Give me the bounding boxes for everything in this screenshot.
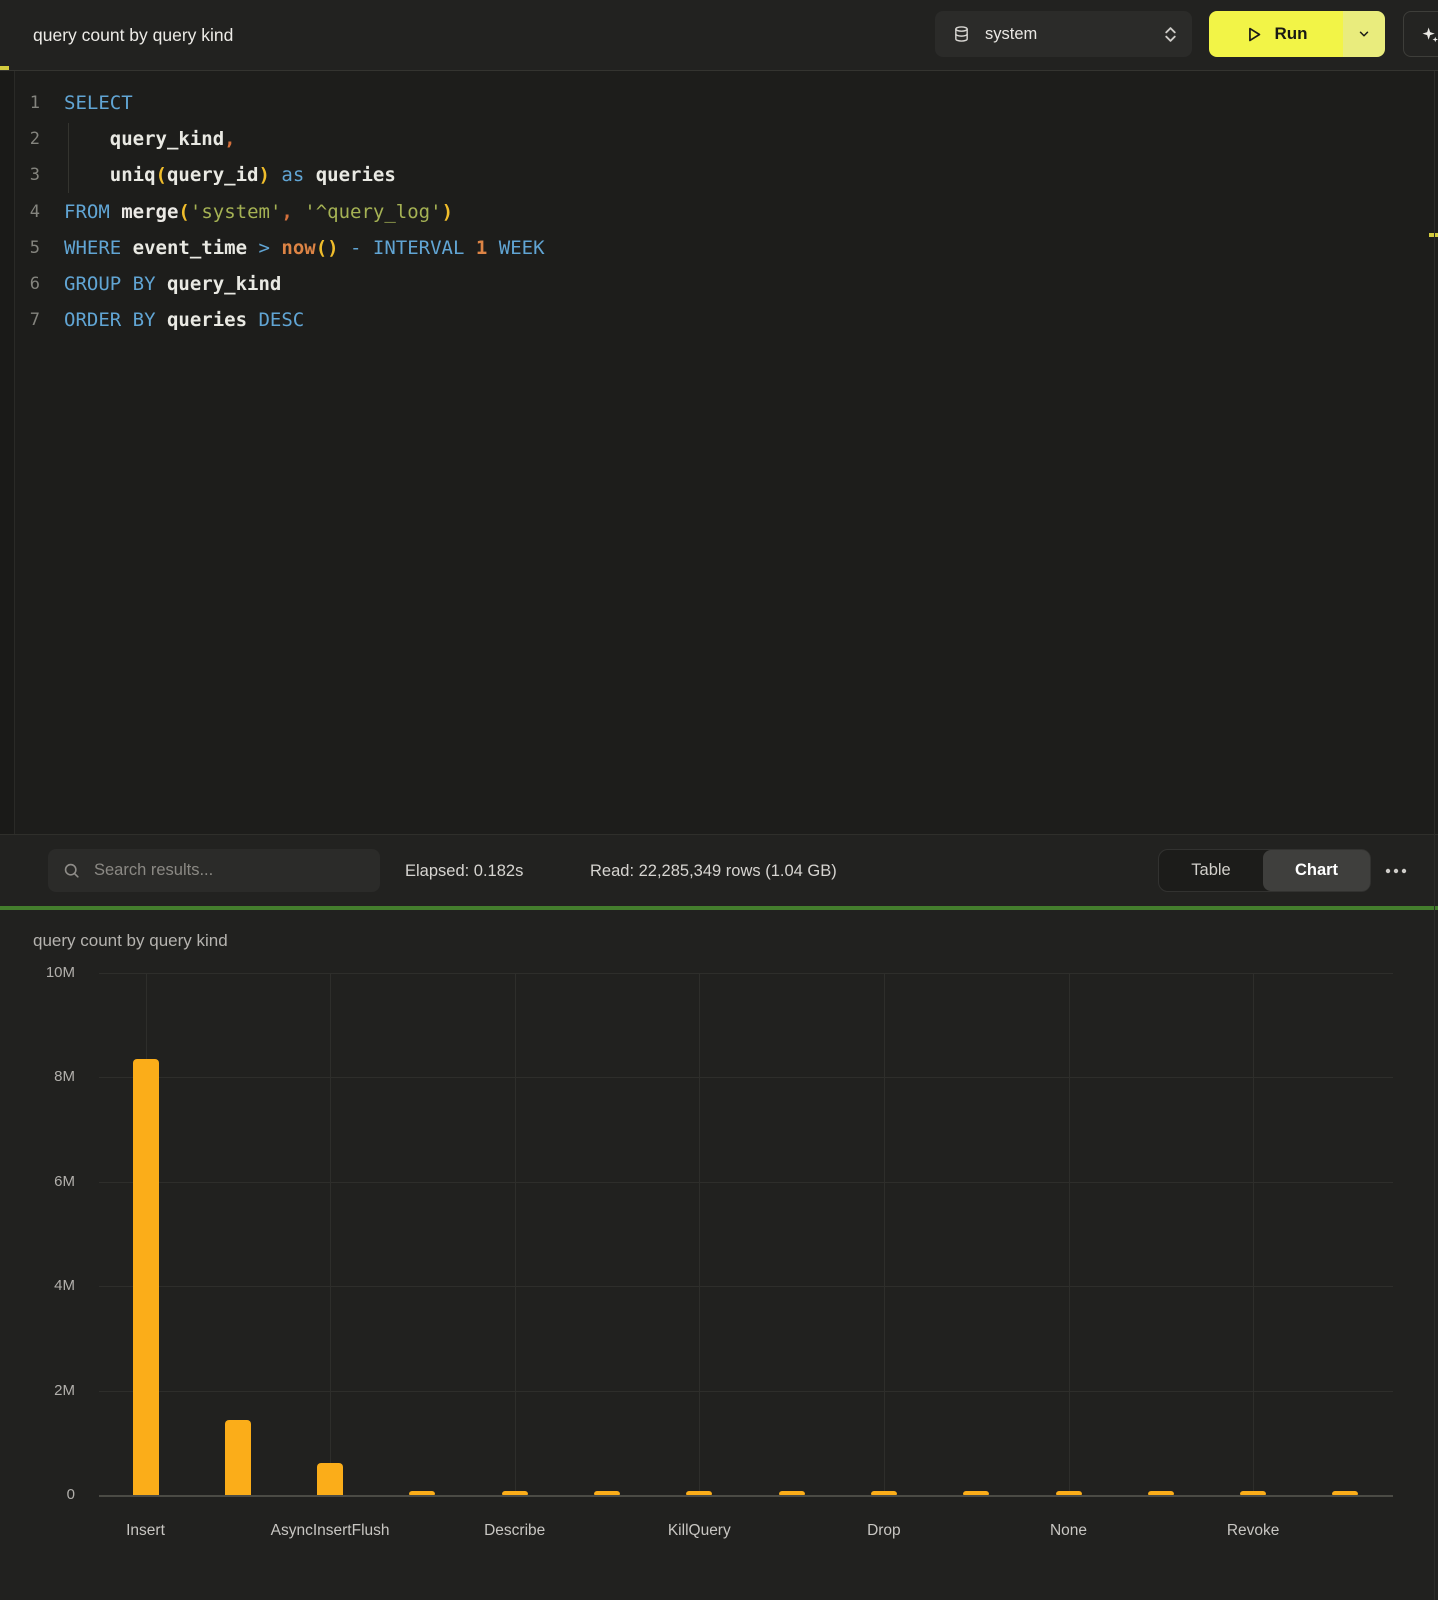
bar [502,1491,528,1495]
code-line[interactable]: FROM merge('system', '^query_log') [64,194,453,230]
bar [1148,1491,1174,1495]
bar [409,1491,435,1495]
y-tick-label: 0 [0,1486,75,1504]
view-toggle: Table Chart [1158,849,1371,892]
code-line[interactable]: WHERE event_time > now() - INTERVAL 1 WE… [64,230,545,266]
x-tick-label: None [974,1521,1164,1540]
gridline-vertical [1253,973,1254,1495]
sparkle-icon [1419,24,1438,45]
elapsed-stat: Elapsed: 0.182s [405,835,523,907]
code-line[interactable]: GROUP BY query_kind [64,266,281,302]
results-toolbar: Elapsed: 0.182s Read: 22,285,349 rows (1… [0,834,1438,906]
x-tick-label: Revoke [1158,1521,1348,1540]
gridline-horizontal [99,1077,1393,1078]
database-selector[interactable]: system [935,11,1192,57]
sql-editor[interactable]: 1234567 SELECT query_kind, uniq(query_id… [0,71,1438,834]
x-tick-label: Describe [420,1521,610,1540]
x-axis-line [99,1495,1393,1497]
gridline-vertical [515,973,516,1495]
line-number: 3 [0,157,40,193]
x-tick-label: Drop [789,1521,979,1540]
gridline-horizontal [99,1391,1393,1392]
tab-indicator [0,66,9,70]
bar [594,1491,620,1495]
gridline-vertical [330,973,331,1495]
gridline-horizontal [99,1286,1393,1287]
bar [1240,1491,1266,1495]
gridline-horizontal [99,973,1393,974]
chart-panel: query count by query kind 02M4M6M8M10MIn… [0,910,1438,1600]
bar [317,1463,343,1495]
line-number: 5 [0,230,40,266]
bar [225,1420,251,1495]
read-stat: Read: 22,285,349 rows (1.04 GB) [590,835,837,907]
y-tick-label: 2M [0,1382,75,1400]
y-tick-label: 4M [0,1277,75,1295]
gridline-vertical [699,973,700,1495]
line-number: 6 [0,266,40,302]
bar [686,1491,712,1495]
run-button[interactable]: Run [1209,11,1343,57]
database-selector-value: system [985,25,1037,44]
y-tick-label: 10M [0,964,75,982]
bar [779,1491,805,1495]
scrollbar-track[interactable] [1434,71,1435,1600]
top-bar: query count by query kind system [0,0,1438,71]
gridline-vertical [884,973,885,1495]
code-line[interactable]: uniq(query_id) as queries [64,157,396,193]
y-tick-label: 6M [0,1173,75,1191]
x-tick-label: AsyncInsertFlush [235,1521,425,1540]
x-tick-label: Insert [51,1521,241,1540]
more-icon [1385,868,1407,874]
tab-table[interactable]: Table [1159,850,1263,891]
line-numbers: 1234567 [0,71,44,834]
line-number: 7 [0,302,40,338]
play-icon [1244,25,1263,44]
run-button-label: Run [1274,24,1307,44]
search-box[interactable] [48,849,380,892]
line-number: 2 [0,121,40,157]
y-tick-label: 8M [0,1068,75,1086]
search-input[interactable] [92,860,362,881]
plot-area: 0 2M 4M 6M 8M 10M InsertAsyncInsertFlushDescri… [0,910,1438,1600]
bar [1332,1491,1358,1495]
line-number: 1 [0,85,40,121]
code-line[interactable]: SELECT [64,85,133,121]
search-icon [62,861,81,880]
bar [1056,1491,1082,1495]
code-lines[interactable]: SELECT query_kind, uniq(query_id) as que… [64,71,1438,834]
run-button-group: Run [1209,11,1385,57]
app-window: query count by query kind system [0,0,1438,1600]
bar [133,1059,159,1495]
more-options-button[interactable] [1374,849,1418,892]
run-options-button[interactable] [1343,11,1385,57]
line-number: 4 [0,194,40,230]
x-tick-label: KillQuery [604,1521,794,1540]
gridline-horizontal [99,1182,1393,1183]
query-title: query count by query kind [33,0,233,70]
bar [871,1491,897,1495]
chevron-down-icon [1357,27,1371,41]
tab-chart[interactable]: Chart [1263,850,1370,891]
database-icon [953,25,970,43]
chevron-updown-icon [1163,26,1178,43]
code-line[interactable]: query_kind, [64,121,236,157]
bar [963,1491,989,1495]
code-line[interactable]: ORDER BY queries DESC [64,302,304,338]
gridline-vertical [1069,973,1070,1495]
ai-assistant-button[interactable] [1403,11,1438,57]
